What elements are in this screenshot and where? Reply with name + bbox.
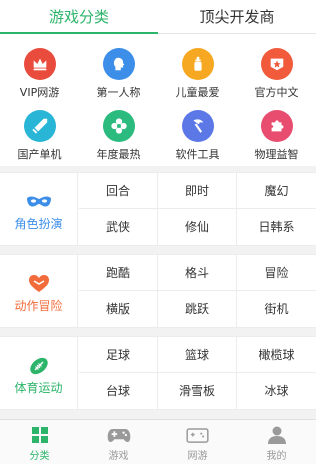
category-option[interactable]: 橄榄球	[237, 337, 316, 373]
grid-item-tools[interactable]: 软件工具	[158, 110, 237, 162]
mask-icon	[26, 191, 52, 213]
grid-item-physics-puzzle[interactable]: 物理益智	[237, 110, 316, 162]
category-option[interactable]: 横版	[79, 291, 158, 327]
nav-item-online-games[interactable]: 网游	[158, 420, 237, 464]
tab-top-developers[interactable]: 顶尖开发商	[158, 0, 316, 33]
grid-item-label: 儿童最爱	[175, 86, 220, 99]
grid-item-domestic-single[interactable]: 国产单机	[0, 110, 79, 162]
category-option[interactable]: 跳跃	[158, 291, 237, 327]
category-option[interactable]: 冒险	[237, 255, 316, 291]
category-option[interactable]: 篮球	[158, 337, 237, 373]
category-option[interactable]: 回合	[79, 173, 158, 209]
nav-label: 网游	[187, 451, 208, 462]
online-game-icon	[186, 425, 210, 445]
category-option[interactable]: 跑酷	[79, 255, 158, 291]
nav-item-categories[interactable]: 分类	[0, 420, 79, 464]
category-option[interactable]: 台球	[79, 373, 158, 409]
grid-item-vip[interactable]: VIP网游	[0, 48, 79, 100]
grid-item-first-person[interactable]: 第一人称	[79, 48, 158, 100]
nav-label: 分类	[29, 451, 50, 462]
tab-game-categories[interactable]: 游戏分类	[0, 0, 158, 34]
category-option[interactable]: 足球	[79, 337, 158, 373]
category-option[interactable]: 日韩系	[237, 209, 316, 245]
category-option[interactable]: 街机	[237, 291, 316, 327]
nav-label: 我的	[266, 451, 287, 462]
nav-label: 游戏	[108, 451, 129, 462]
grid-item-label: 年度最热	[96, 148, 141, 161]
category-block-action: 动作冒险 跑酷 格斗 冒险 横版 跳跃 街机	[0, 254, 316, 328]
bottom-nav-bar: 分类 游戏 网游 我的	[0, 419, 316, 464]
top-tab-bar: 游戏分类 顶尖开发商	[0, 0, 316, 34]
category-option[interactable]: 滑雪板	[158, 373, 237, 409]
sword-icon	[23, 110, 56, 142]
star-badge-icon	[260, 48, 293, 80]
grid-item-label: VIP网游	[19, 86, 60, 99]
section-divider	[0, 246, 316, 254]
grid-item-label: 官方中文	[254, 86, 299, 99]
grid-item-label: 国产单机	[17, 148, 62, 161]
baby-bottle-icon	[181, 48, 214, 80]
nav-item-mine[interactable]: 我的	[237, 420, 316, 464]
grid-item-label: 第一人称	[96, 86, 141, 99]
grid-item-label: 物理益智	[254, 148, 299, 161]
section-divider	[0, 328, 316, 336]
category-block-sports: 体育运动 足球 篮球 橄榄球 台球 滑雪板 冰球	[0, 336, 316, 410]
category-option[interactable]: 修仙	[158, 209, 237, 245]
nav-item-games[interactable]: 游戏	[79, 420, 158, 464]
person-head-icon	[102, 48, 135, 80]
hammer-icon	[181, 110, 214, 142]
puzzle-icon	[260, 110, 293, 142]
category-title: 体育运动	[14, 381, 63, 395]
gamepad-icon	[107, 425, 131, 445]
flower-icon	[102, 110, 135, 142]
category-option[interactable]: 武侠	[79, 209, 158, 245]
heart-icon	[26, 273, 52, 295]
category-header-action[interactable]: 动作冒险	[0, 255, 78, 327]
category-block-rpg: 角色扮演 回合 即时 魔幻 武侠 修仙 日韩系	[0, 172, 316, 246]
grid-item-hottest[interactable]: 年度最热	[79, 110, 158, 162]
category-option[interactable]: 格斗	[158, 255, 237, 291]
user-icon	[265, 425, 289, 445]
section-divider	[0, 410, 316, 419]
grid-item-label: 软件工具	[175, 148, 220, 161]
category-header-sports[interactable]: 体育运动	[0, 337, 78, 409]
category-option[interactable]: 即时	[158, 173, 237, 209]
featured-category-grid: VIP网游 第一人称 儿童最爱 官方中文 国产单机 年度最热 软件工具 物理益智	[0, 36, 316, 162]
category-title: 角色扮演	[14, 217, 63, 231]
grid-item-official-chinese[interactable]: 官方中文	[237, 48, 316, 100]
grid-item-kids[interactable]: 儿童最爱	[158, 48, 237, 100]
grid-icon	[28, 425, 52, 445]
category-option[interactable]: 冰球	[237, 373, 316, 409]
category-option[interactable]: 魔幻	[237, 173, 316, 209]
crown-icon	[23, 48, 56, 80]
category-header-rpg[interactable]: 角色扮演	[0, 173, 78, 245]
category-title: 动作冒险	[14, 299, 63, 313]
football-icon	[26, 355, 52, 377]
